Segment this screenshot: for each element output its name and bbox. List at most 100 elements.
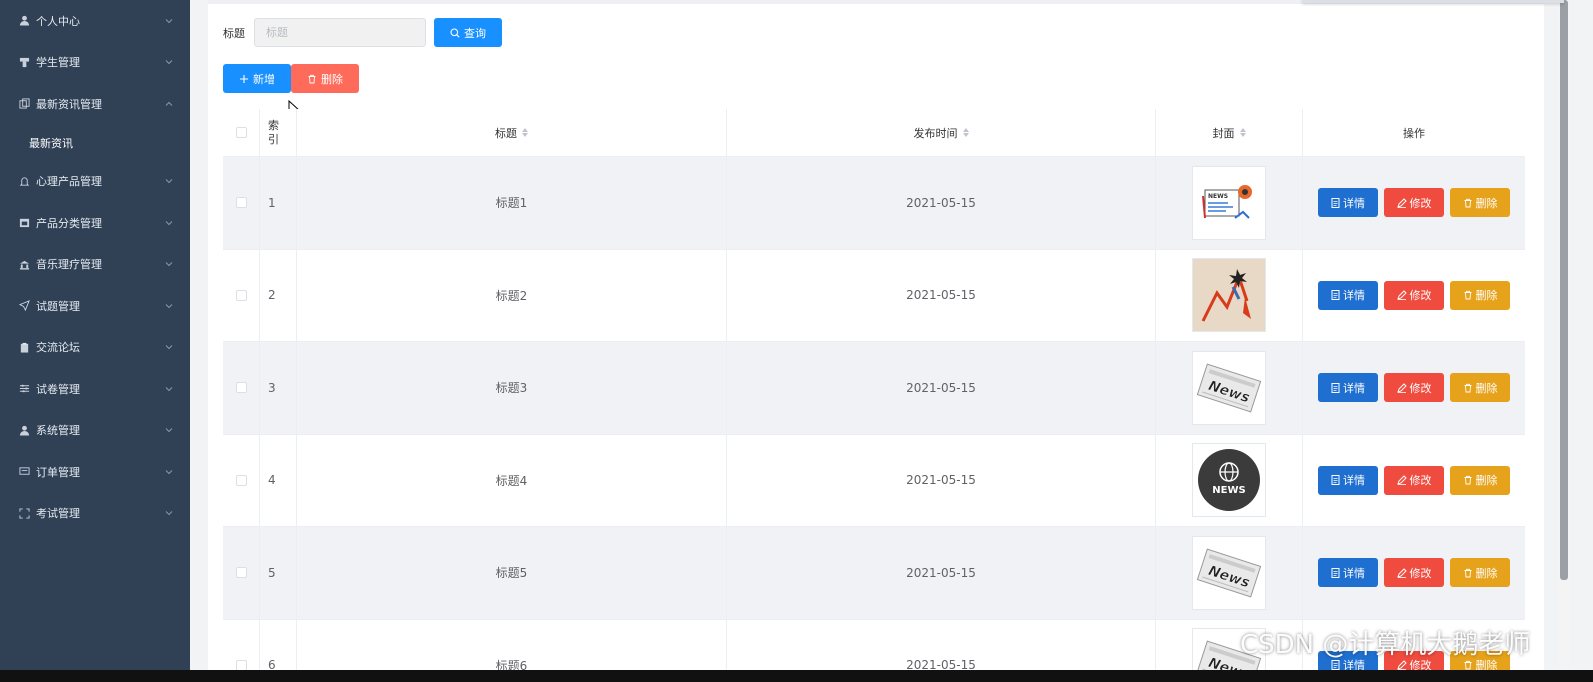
cover-image[interactable]: News [1192, 350, 1266, 425]
select-all-checkbox[interactable] [235, 127, 247, 138]
sidebar-item-questions[interactable]: 试题管理 [0, 285, 190, 327]
edit-button[interactable]: 修改 [1384, 280, 1444, 310]
row-title: 标题4 [297, 434, 727, 526]
edit-button[interactable]: 修改 [1384, 188, 1444, 218]
row-cover: News [1156, 527, 1303, 619]
detail-button-label: 详情 [1343, 196, 1365, 210]
cover-image[interactable]: NEWS [1192, 443, 1266, 518]
row-time: 2021-05-15 [727, 249, 1156, 341]
edit-button-label: 修改 [1409, 566, 1432, 580]
row-operations: 详情 修改 删除 [1303, 435, 1525, 527]
row-checkbox-cell [223, 527, 260, 619]
delete-button[interactable]: 删除 [1450, 280, 1510, 310]
detail-button[interactable]: 详情 [1318, 558, 1378, 588]
svg-text:NEWS: NEWS [1212, 485, 1245, 496]
row-title-value: 标题5 [495, 566, 528, 581]
header-cover[interactable]: 封面 [1156, 109, 1303, 156]
table-row[interactable]: 4 标题4 2021-05-15 NEWS 详情 修改 删除 [223, 434, 1525, 527]
screen-bottom-edge [0, 670, 1593, 682]
header-time[interactable]: 发布时间 [727, 109, 1156, 156]
sidebar-item-music-therapy[interactable]: 音乐理疗管理 [0, 244, 190, 286]
delete-button[interactable]: 删除 [1450, 373, 1510, 403]
detail-button[interactable]: 详情 [1318, 465, 1378, 495]
delete-button[interactable]: 删除 [1450, 558, 1510, 588]
delete-button[interactable]: 删除 [1450, 465, 1510, 495]
row-operations: 详情 修改 删除 [1303, 250, 1525, 342]
newspaper-icon: News [1196, 363, 1262, 413]
detail-button-label: 详情 [1343, 566, 1365, 580]
sort-icon[interactable] [962, 128, 969, 137]
chevron-down-icon [165, 511, 173, 516]
row-time-value: 2021-05-15 [906, 380, 976, 395]
add-button[interactable]: 新增 [223, 64, 291, 93]
chevron-up-icon [165, 101, 173, 106]
sort-icon[interactable] [522, 128, 528, 137]
search-input[interactable] [254, 18, 426, 47]
sidebar-item-news-management[interactable]: 最新资讯管理 [0, 83, 190, 125]
row-checkbox[interactable] [235, 197, 247, 209]
user-icon [18, 424, 30, 436]
header-title[interactable]: 标题 [297, 109, 727, 156]
plus-icon [240, 74, 248, 83]
detail-button-label: 详情 [1343, 289, 1365, 303]
cover-image[interactable]: News [1192, 535, 1266, 610]
chevron-down-icon [165, 303, 173, 308]
detail-button[interactable]: 详情 [1318, 188, 1378, 218]
sidebar-item-exams[interactable]: 考试管理 [0, 493, 190, 535]
table-row[interactable]: 5 标题5 2021-05-15 News 详情 修改 删除 [223, 527, 1525, 620]
detail-button[interactable]: 详情 [1318, 373, 1378, 403]
edit-button[interactable]: 修改 [1384, 465, 1444, 495]
edit-button[interactable]: 修改 [1384, 373, 1444, 403]
pencil-icon [1396, 198, 1407, 208]
sidebar-item-product-category[interactable]: 产品分类管理 [0, 202, 190, 244]
row-index-value: 1 [268, 195, 276, 210]
row-checkbox[interactable] [235, 382, 247, 394]
cover-image[interactable] [1192, 258, 1266, 333]
edit-button-label: 修改 [1409, 196, 1432, 210]
delete-button[interactable]: 删除 [1450, 188, 1510, 218]
chevron-down-icon [165, 60, 173, 65]
sidebar-item-forum[interactable]: 交流论坛 [0, 327, 190, 369]
row-checkbox[interactable] [235, 474, 247, 486]
cover-image[interactable]: NEWS [1192, 165, 1266, 240]
sidebar-item-label: 考试管理 [36, 507, 80, 521]
table-row[interactable]: 3 标题3 2021-05-15 News 详情 修改 删除 [223, 342, 1525, 435]
calendar-icon [18, 217, 30, 229]
sort-icon[interactable] [1239, 128, 1246, 137]
edit-button[interactable]: 修改 [1384, 558, 1444, 588]
row-checkbox[interactable] [235, 289, 247, 301]
batch-delete-button[interactable]: 删除 [291, 64, 359, 93]
search-icon [450, 27, 460, 38]
query-button[interactable]: 查询 [434, 18, 502, 47]
header-cover-label: 封面 [1212, 126, 1235, 140]
row-operations: 详情 修改 删除 [1303, 342, 1525, 434]
document-icon [1331, 290, 1340, 301]
row-time: 2021-05-15 [727, 157, 1156, 249]
trash-icon [1464, 198, 1471, 208]
table-row[interactable]: 1 标题1 2021-05-15 NEWS 详情 修改 删除 [223, 157, 1525, 250]
detail-button[interactable]: 详情 [1318, 280, 1378, 310]
row-checkbox[interactable] [235, 567, 247, 579]
row-index: 4 [260, 434, 297, 526]
pencil-icon [1396, 383, 1407, 393]
scrollbar-thumb[interactable] [1560, 0, 1568, 580]
sidebar-item-student[interactable]: 学生管理 [0, 42, 190, 84]
sidebar-item-system[interactable]: 系统管理 [0, 410, 190, 452]
sidebar-item-psych-product[interactable]: 心理产品管理 [0, 161, 190, 203]
user-icon [18, 15, 30, 27]
header-checkbox-cell [223, 109, 260, 156]
news-globe-icon: NEWS [1198, 449, 1260, 512]
table-row[interactable]: 2 标题2 2021-05-15 详情 修改 删除 [223, 249, 1525, 342]
newspaper-icon: News [1196, 548, 1262, 598]
news-paper-icon: NEWS [1202, 184, 1252, 219]
sidebar-item-label: 最新资讯管理 [36, 97, 102, 111]
sidebar-item-papers[interactable]: 试卷管理 [0, 368, 190, 410]
row-index-value: 2 [268, 288, 276, 303]
sidebar-item-personal-center[interactable]: 个人中心 [0, 0, 190, 42]
sidebar-subitem-latest-news[interactable]: 最新资讯 [0, 125, 190, 161]
edit-button-label: 修改 [1409, 289, 1432, 303]
sidebar-item-orders[interactable]: 订单管理 [0, 451, 190, 493]
query-button-label: 查询 [464, 26, 486, 40]
add-button-label: 新增 [253, 72, 275, 86]
header-index: 索引 [260, 109, 297, 156]
